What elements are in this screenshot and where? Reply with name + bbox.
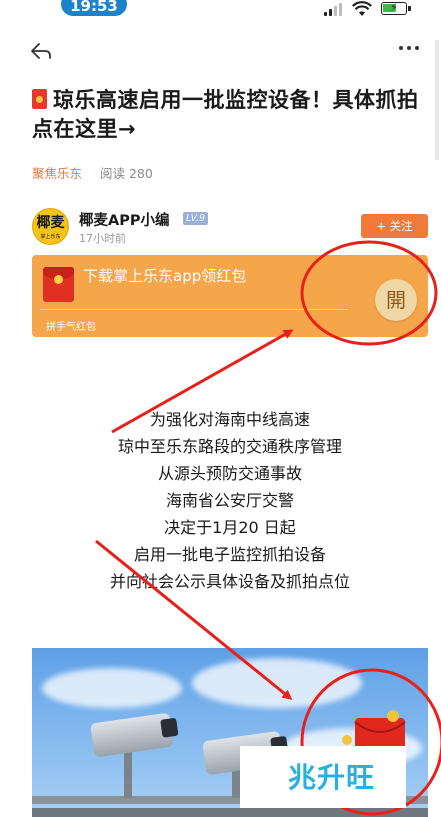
red-packet-banner[interactable]: 下载掌上乐东app领红包 拼手气红包 開 xyxy=(32,255,428,337)
red-packet-footer: 拼手气红包 xyxy=(46,322,96,333)
red-envelope-icon xyxy=(32,89,47,109)
article-source[interactable]: 聚焦乐东 xyxy=(32,166,82,181)
divider xyxy=(40,309,348,310)
avatar-subtext: 掌上乐东 xyxy=(40,234,61,240)
cloud xyxy=(192,658,362,708)
body-line: 海南省公安厅交警 xyxy=(165,491,294,510)
watermark-area: 兆升旺 xyxy=(240,746,406,808)
status-bar: 19:53 ⚡ xyxy=(0,0,441,22)
level-badge: LV.9 xyxy=(183,212,209,225)
avatar[interactable]: 椰麦 掌上乐东 xyxy=(32,208,69,245)
back-arrow-icon[interactable] xyxy=(30,40,54,62)
read-count: 阅读 280 xyxy=(100,166,153,181)
gantry-beam xyxy=(32,808,428,817)
body-line: 从源头预防交通事故 xyxy=(157,464,302,483)
camera-mount xyxy=(124,748,132,798)
body-line: 决定于1月20 日起 xyxy=(164,518,296,537)
wifi-icon xyxy=(352,1,372,16)
article-title-text: 琼乐高速启用一批监控设备！具体抓拍点在这里→ xyxy=(32,88,419,141)
author-row: 椰麦 掌上乐东 椰麦APP小编 LV.9 17小时前 + 关注 xyxy=(32,208,428,248)
more-icon[interactable] xyxy=(397,38,425,62)
open-red-packet-button[interactable]: 開 xyxy=(375,279,417,321)
status-time: 19:53 xyxy=(61,0,127,16)
article-title: 琼乐高速启用一批监控设备！具体抓拍点在这里→ xyxy=(32,86,428,144)
avatar-text: 椰麦 xyxy=(36,215,65,231)
surveillance-camera xyxy=(90,712,179,758)
signal-icon xyxy=(324,3,344,16)
scrollbar[interactable] xyxy=(435,40,439,160)
top-nav xyxy=(0,34,441,70)
body-line: 启用一批电子监控抓拍设备 xyxy=(133,545,326,564)
body-line: 并向社会公示具体设备及抓拍点位 xyxy=(109,572,350,591)
post-time: 17小时前 xyxy=(79,232,126,245)
follow-button[interactable]: + 关注 xyxy=(361,214,428,238)
author-name[interactable]: 椰麦APP小编 xyxy=(79,209,169,230)
article-body: 为强化对海南中线高速 琼中至乐东路段的交通秩序管理 从源头预防交通事故 海南省公… xyxy=(32,406,428,595)
cloud xyxy=(42,668,182,708)
red-envelope-icon xyxy=(43,267,74,302)
battery-icon: ⚡ xyxy=(381,1,411,15)
body-line: 琼中至乐东路段的交通秩序管理 xyxy=(117,437,342,456)
article-meta: 聚焦乐东 阅读 280 xyxy=(32,163,153,182)
watermark-text: 兆升旺 xyxy=(288,761,376,794)
body-line: 为强化对海南中线高速 xyxy=(149,410,310,429)
red-packet-text: 下载掌上乐东app领红包 xyxy=(83,267,247,285)
